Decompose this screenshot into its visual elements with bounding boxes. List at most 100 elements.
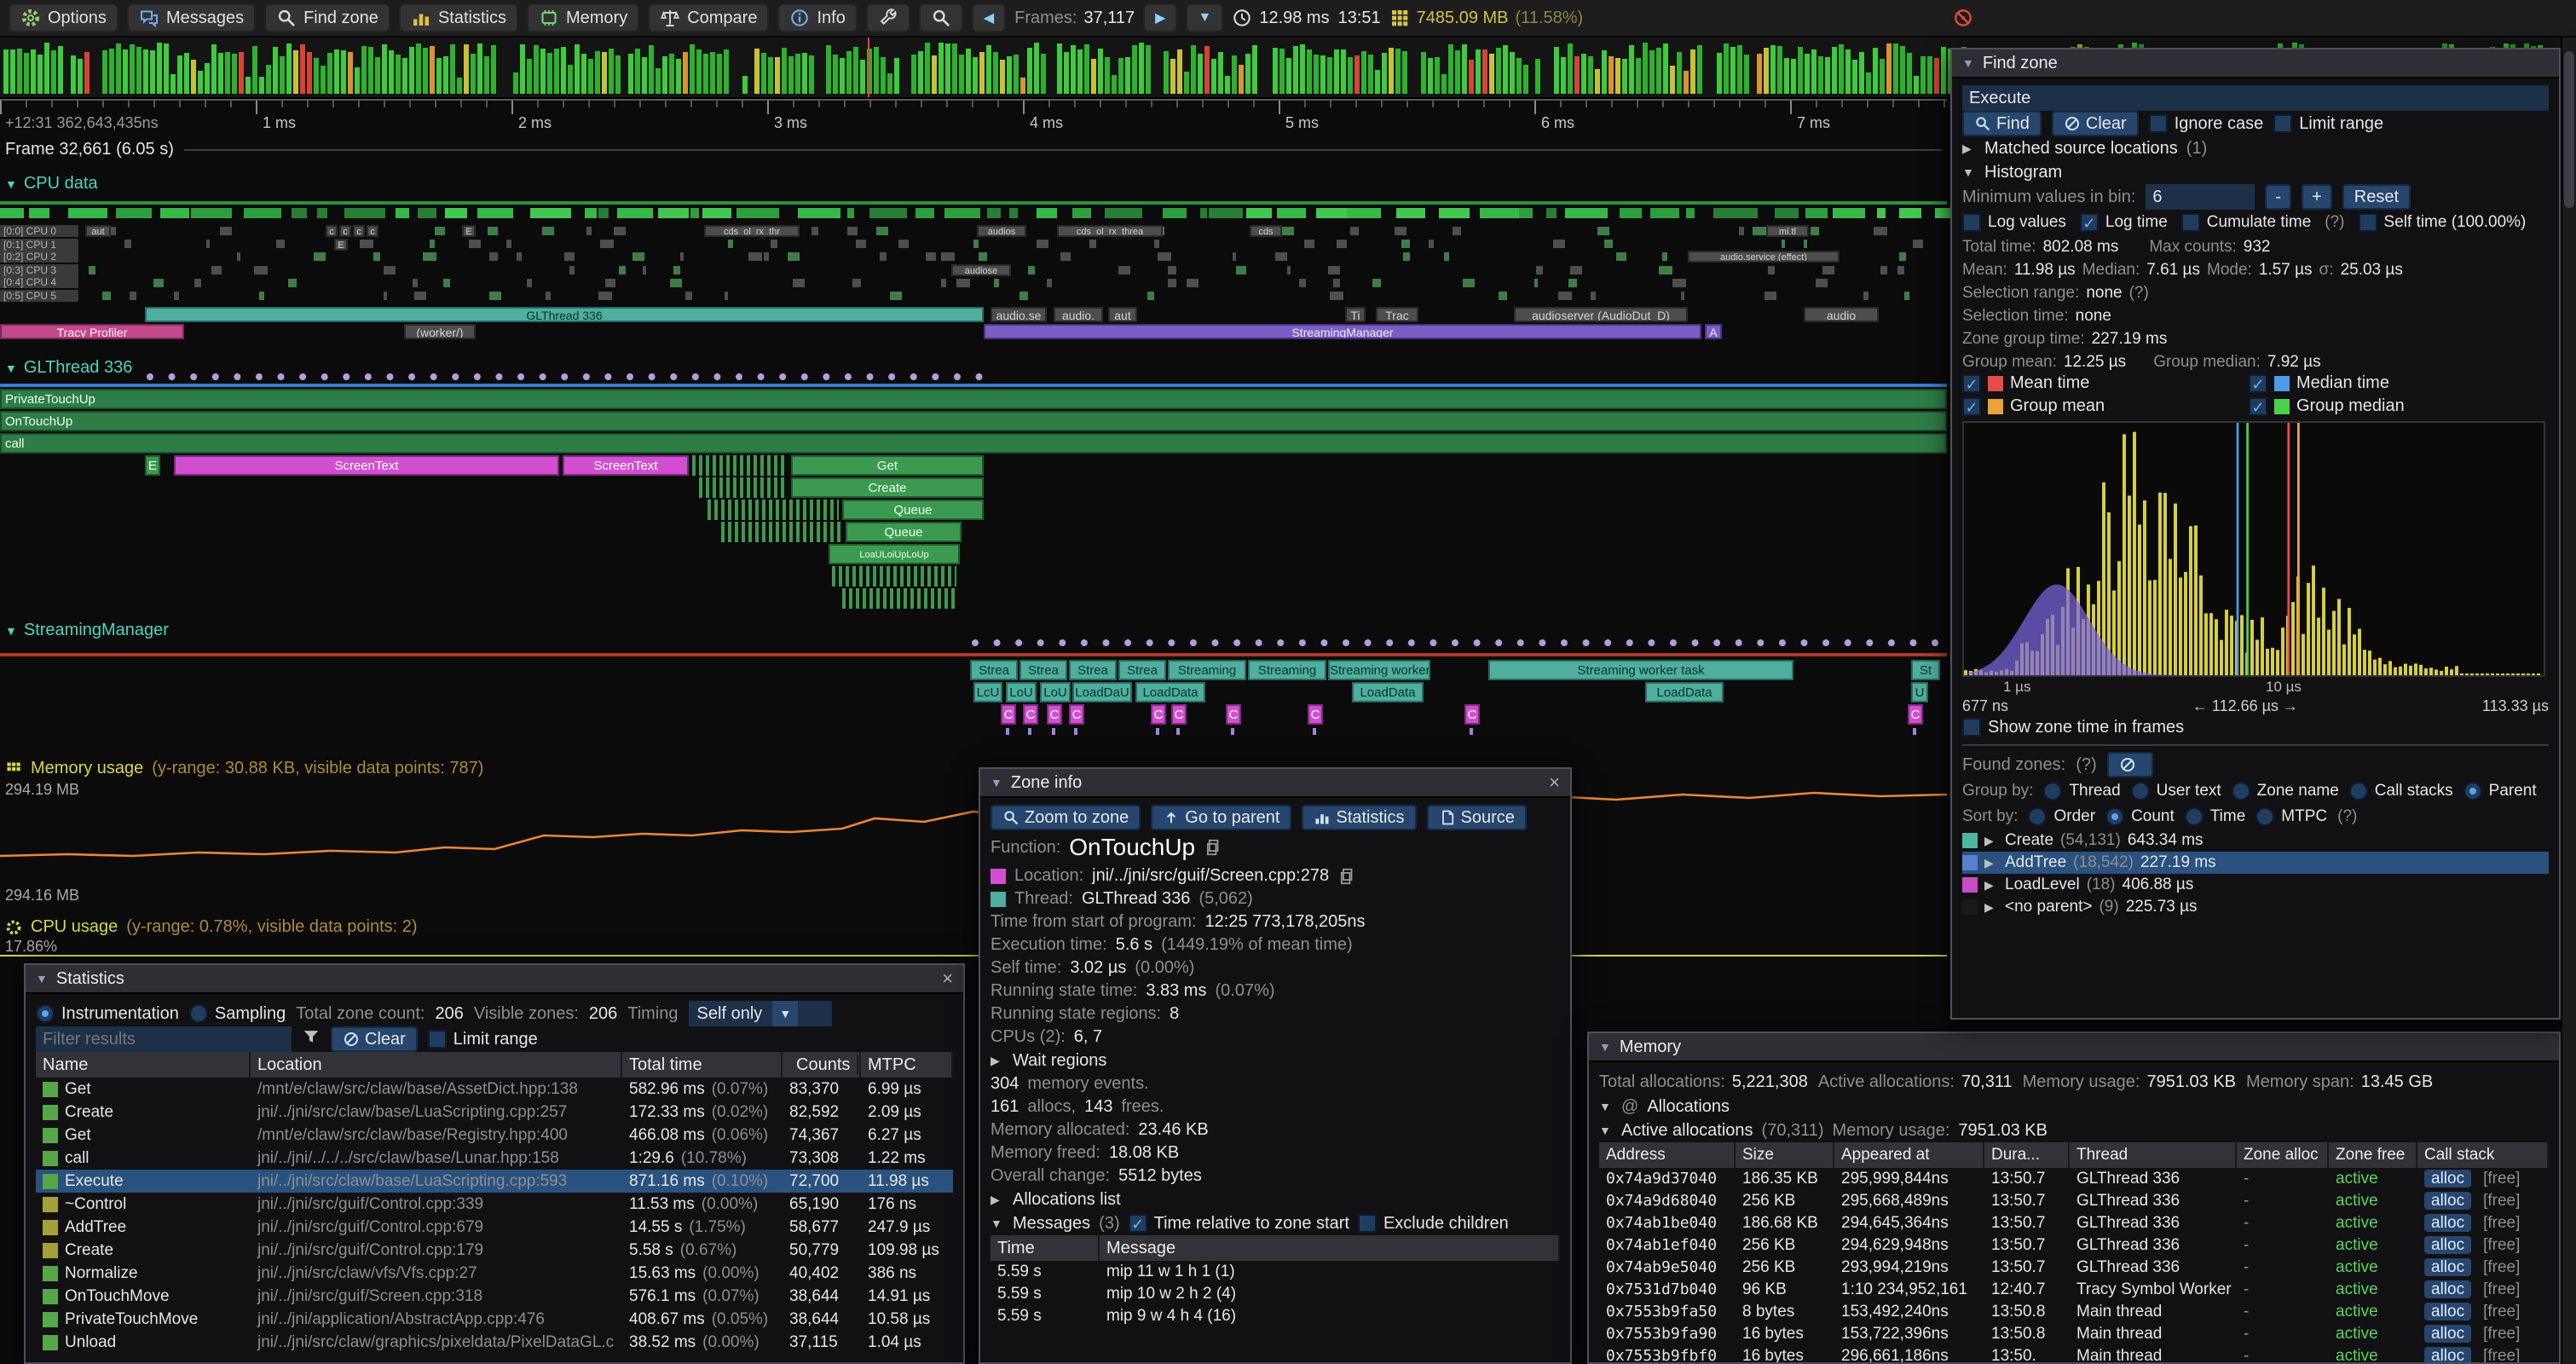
frame-bar[interactable] (1866, 72, 1871, 94)
frame-bar[interactable] (1286, 58, 1291, 94)
frame-bar[interactable] (649, 45, 654, 94)
frame-bar[interactable] (945, 43, 950, 94)
frame-bar[interactable] (17, 49, 22, 94)
found-zone-row[interactable]: ▶ AddTree (18,542) 227.19 ms (1962, 852, 2549, 874)
frame-bar[interactable] (939, 43, 944, 94)
zone-bar[interactable]: LoadData (1352, 682, 1424, 702)
frame-bar[interactable] (477, 43, 482, 94)
alloc-callstack-button[interactable]: alloc (2424, 1236, 2471, 1254)
frame-bar[interactable] (1535, 59, 1540, 94)
frame-bar[interactable] (925, 43, 930, 94)
frame-bar[interactable] (1198, 54, 1203, 94)
cpu-plot-header[interactable]: CPU usage (y-range: 0.78%, visible data … (5, 917, 418, 937)
clear-filter-button[interactable]: Clear (331, 1026, 418, 1052)
sort-by-radio[interactable]: Count (2105, 807, 2175, 826)
frame-bar[interactable] (1482, 49, 1487, 94)
zone-bar[interactable]: C (1001, 704, 1016, 725)
frame-bar[interactable] (1588, 56, 1593, 94)
zone-bar[interactable] (699, 477, 788, 498)
frame-bar[interactable] (430, 46, 435, 94)
frame-bar[interactable] (1770, 45, 1776, 94)
zone-bar[interactable] (842, 588, 955, 609)
frame-bar[interactable] (1730, 47, 1736, 94)
frame-bar[interactable] (1293, 46, 1298, 94)
frame-bar[interactable] (293, 50, 298, 94)
frame-bar[interactable] (1279, 49, 1285, 94)
statistics-row[interactable]: OnTouchMove jni/../jni/src/guif/Screen.c… (36, 1285, 953, 1308)
frame-bar[interactable] (1132, 45, 1137, 94)
zone-bar[interactable]: Strea (1118, 660, 1166, 680)
frame-bar[interactable] (1764, 48, 1769, 94)
frame-bar[interactable] (355, 67, 360, 94)
frame-bar[interactable] (1886, 43, 1892, 94)
zone-bar[interactable] (1313, 728, 1316, 735)
frame-bar[interactable] (31, 49, 36, 94)
find-zone-button[interactable]: Find zone (264, 3, 390, 32)
frame-bar[interactable] (78, 59, 83, 94)
frame-bar[interactable] (1798, 47, 1803, 94)
zone-bar[interactable] (692, 455, 788, 476)
allocation-row[interactable]: 0x7553b9fbf0 16 bytes 296,661,186ns 13:5… (1599, 1345, 2549, 1364)
zone-bar[interactable]: LoadDaU (1072, 682, 1132, 702)
found-zone-row[interactable]: ▶ Create (54,131) 643.34 ms (1962, 829, 2549, 852)
frame-bar[interactable] (1818, 56, 1823, 94)
frame-bar[interactable] (1690, 49, 1695, 94)
statistics-row[interactable]: PrivateTouchMove jni/../jni/application/… (36, 1308, 953, 1331)
frame-bar[interactable] (1341, 49, 1346, 94)
frame-bar[interactable] (833, 55, 838, 94)
cpu-thread-chip[interactable]: (worker/) (404, 324, 476, 339)
frame-bar[interactable] (280, 56, 285, 94)
group-by-radio[interactable]: Zone name (2232, 782, 2339, 800)
frame-bar[interactable] (1677, 52, 1682, 94)
zone-bar[interactable]: Get (791, 455, 984, 476)
frame-bar[interactable] (642, 57, 647, 94)
options-button[interactable]: Options (9, 3, 118, 32)
frame-bar[interactable] (1744, 55, 1749, 94)
zone-bar[interactable] (1074, 728, 1077, 735)
statistics-titlebar[interactable]: ▼ Statistics × (26, 965, 963, 994)
zone-bar[interactable]: ScreenText (563, 455, 689, 476)
frame-bar[interactable] (361, 46, 367, 94)
frame-bar[interactable] (396, 55, 401, 94)
frame-bar[interactable] (568, 65, 573, 94)
find-zone-titlebar[interactable]: ▼ Find zone (1952, 49, 2559, 78)
frame-bar[interactable] (795, 54, 800, 94)
time-relative-checkbox[interactable]: ✓Time relative to zone start (1129, 1214, 1349, 1234)
frame-bar[interactable] (1084, 44, 1089, 94)
frame-bar[interactable] (853, 47, 858, 94)
frame-bar[interactable] (615, 55, 621, 94)
frame-bar[interactable] (932, 55, 937, 94)
frame-bar[interactable] (874, 47, 879, 94)
allocation-row[interactable]: 0x7531d7b040 96 KB 1:10 234,952,161 12:4… (1599, 1279, 2549, 1301)
frame-bar[interactable] (628, 54, 633, 94)
find-zone-query-input[interactable] (1962, 85, 2549, 111)
zone-bar[interactable]: C (1151, 704, 1166, 725)
frame-bar[interactable] (973, 57, 978, 94)
cpu-thread-chip[interactable]: Tracy Profiler (0, 324, 184, 339)
frame-bar[interactable] (164, 43, 169, 94)
frame-bar[interactable] (1098, 49, 1103, 94)
frame-bar[interactable] (1554, 47, 1559, 94)
statistics-row[interactable]: AddTree jni/../jni/src/guif/Control.cpp:… (36, 1216, 953, 1239)
zone-bar[interactable]: LoU (1006, 682, 1037, 702)
limit-range-checkbox[interactable]: Limit range (2273, 114, 2383, 134)
zone-bar[interactable]: C (1464, 704, 1480, 725)
zone-bar[interactable]: Strea (1069, 660, 1117, 680)
find-button[interactable]: Find (1962, 111, 2042, 136)
zone-bar[interactable] (721, 522, 842, 542)
frame-bar[interactable] (24, 53, 29, 94)
alloc-callstack-button[interactable]: alloc (2424, 1214, 2471, 1232)
allocation-row[interactable]: 0x74ab1ef040 256 KB 294,629,948ns 13:50.… (1599, 1234, 2549, 1257)
frame-bar[interactable] (348, 52, 353, 94)
frame-bar[interactable] (38, 55, 43, 94)
frame-bar[interactable] (1421, 52, 1426, 94)
zone-bar[interactable]: Strea (1019, 660, 1067, 680)
frame-bar[interactable] (534, 45, 539, 94)
zone-bar[interactable]: LoadData (1135, 682, 1205, 702)
frame-bar[interactable] (1239, 65, 1244, 94)
frame-bar[interactable] (1503, 45, 1508, 94)
cpu-thread-chip[interactable]: Ti (1345, 307, 1366, 322)
frame-bar[interactable] (802, 53, 807, 94)
frame-bar[interactable] (314, 58, 319, 94)
zone-bar[interactable] (1913, 728, 1916, 735)
